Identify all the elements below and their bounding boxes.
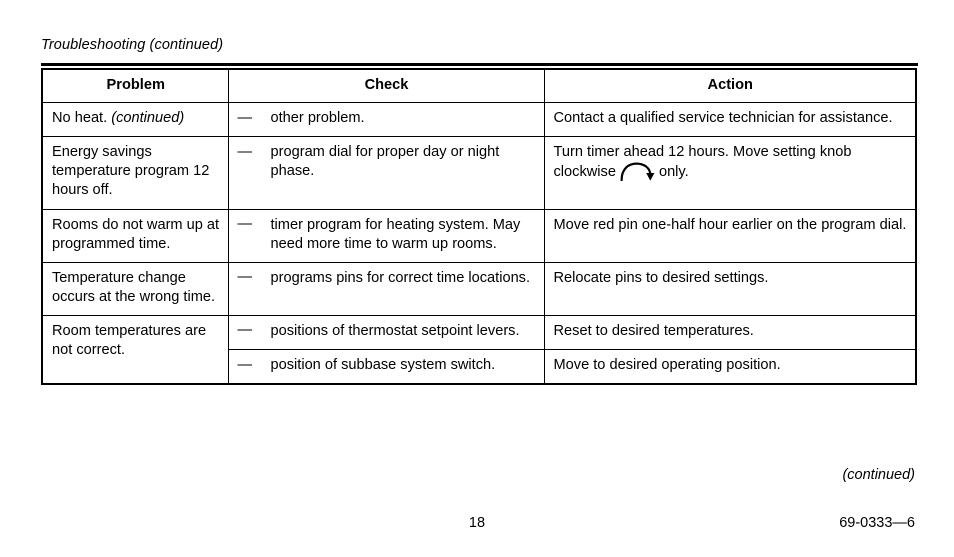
cell-problem: Room temperatures are not correct. — [41, 314, 229, 385]
cell-action: Move to desired operating position. — [543, 349, 917, 386]
check-text: other problem. — [270, 110, 365, 127]
cell-check: — programs pins for correct time locatio… — [227, 261, 545, 316]
check-text: program dial for proper day or night pha… — [270, 144, 500, 180]
cell-problem: Temperature change occurs at the wrong t… — [41, 261, 229, 316]
check-text: position of subbase system switch. — [270, 357, 496, 374]
problem-text: Energy savings temperature program 12 ho… — [52, 144, 210, 199]
cell-check: — other problem. — [227, 102, 545, 138]
bullet-dash-icon: — — [237, 109, 253, 126]
check-text: programs pins for correct time locations… — [270, 269, 531, 286]
cell-check: — timer program for heating system. May … — [227, 208, 545, 263]
action-text-after-icon: only. — [658, 164, 689, 181]
problem-text: Rooms do not warm up at programmed time. — [52, 216, 220, 252]
cell-problem: No heat. (continued) — [41, 102, 229, 138]
troubleshooting-table-wrapper: Problem Check Action No heat. (continued… — [41, 68, 917, 386]
bullet-dash-icon: — — [237, 269, 253, 286]
clockwise-rotation-arrow-icon — [619, 162, 657, 182]
document-page: Troubleshooting (continued) Problem Chec… — [0, 0, 954, 557]
cell-problem: Energy savings temperature program 12 ho… — [41, 136, 229, 210]
heading-rule — [41, 63, 918, 66]
section-title: Troubleshooting (continued) — [41, 37, 224, 53]
table-row: No heat. (continued) — other problem. Co… — [41, 102, 917, 138]
column-header-problem: Problem — [41, 68, 229, 104]
cell-action: Relocate pins to desired settings. — [543, 261, 917, 316]
problem-text-italic: (continued) — [111, 110, 185, 127]
column-header-check: Check — [227, 68, 545, 104]
cell-check: — positions of thermostat setpoint lever… — [227, 314, 545, 351]
continued-note: (continued) — [842, 467, 915, 483]
check-text: positions of thermostat setpoint levers. — [270, 322, 520, 339]
problem-text: No heat. — [52, 110, 112, 127]
cell-check: — position of subbase system switch. — [227, 349, 545, 386]
problem-text: Temperature change occurs at the wrong t… — [52, 269, 216, 305]
bullet-dash-icon: — — [237, 216, 253, 233]
cell-action: Move red pin one-half hour earlier on th… — [543, 208, 917, 263]
troubleshooting-table: Problem Check Action No heat. (continued… — [41, 68, 917, 386]
table-row: Temperature change occurs at the wrong t… — [41, 261, 917, 316]
action-text-before-icon: Turn timer ahead 12 hours. Move setting … — [553, 144, 852, 181]
table-row: Room temperatures are not correct. — pos… — [41, 314, 917, 385]
check-text: timer program for heating system. May ne… — [270, 216, 521, 252]
cell-action: Reset to desired temperatures. — [543, 314, 917, 351]
action-text: Contact a qualified service technician f… — [553, 110, 893, 127]
action-text: Relocate pins to desired settings. — [553, 269, 769, 286]
action-text: Move to desired operating position. — [553, 357, 781, 374]
cell-problem: Rooms do not warm up at programmed time. — [41, 208, 229, 263]
document-code: 69-0333—6 — [839, 515, 915, 531]
bullet-dash-icon: — — [237, 356, 253, 373]
action-text: Reset to desired temperatures. — [553, 322, 754, 339]
cell-action: Contact a qualified service technician f… — [543, 102, 917, 138]
action-text: Move red pin one-half hour earlier on th… — [553, 216, 907, 233]
table-header-row: Problem Check Action — [41, 68, 917, 104]
cell-check: — program dial for proper day or night p… — [227, 136, 545, 210]
column-header-action: Action — [543, 68, 917, 104]
bullet-dash-icon: — — [237, 143, 253, 160]
cell-action: Turn timer ahead 12 hours. Move setting … — [543, 136, 917, 210]
table-row: Rooms do not warm up at programmed time.… — [41, 208, 917, 263]
table-row: Energy savings temperature program 12 ho… — [41, 136, 917, 210]
problem-text: Room temperatures are not correct. — [52, 322, 207, 359]
bullet-dash-icon: — — [237, 322, 253, 339]
page-number: 18 — [468, 515, 486, 531]
